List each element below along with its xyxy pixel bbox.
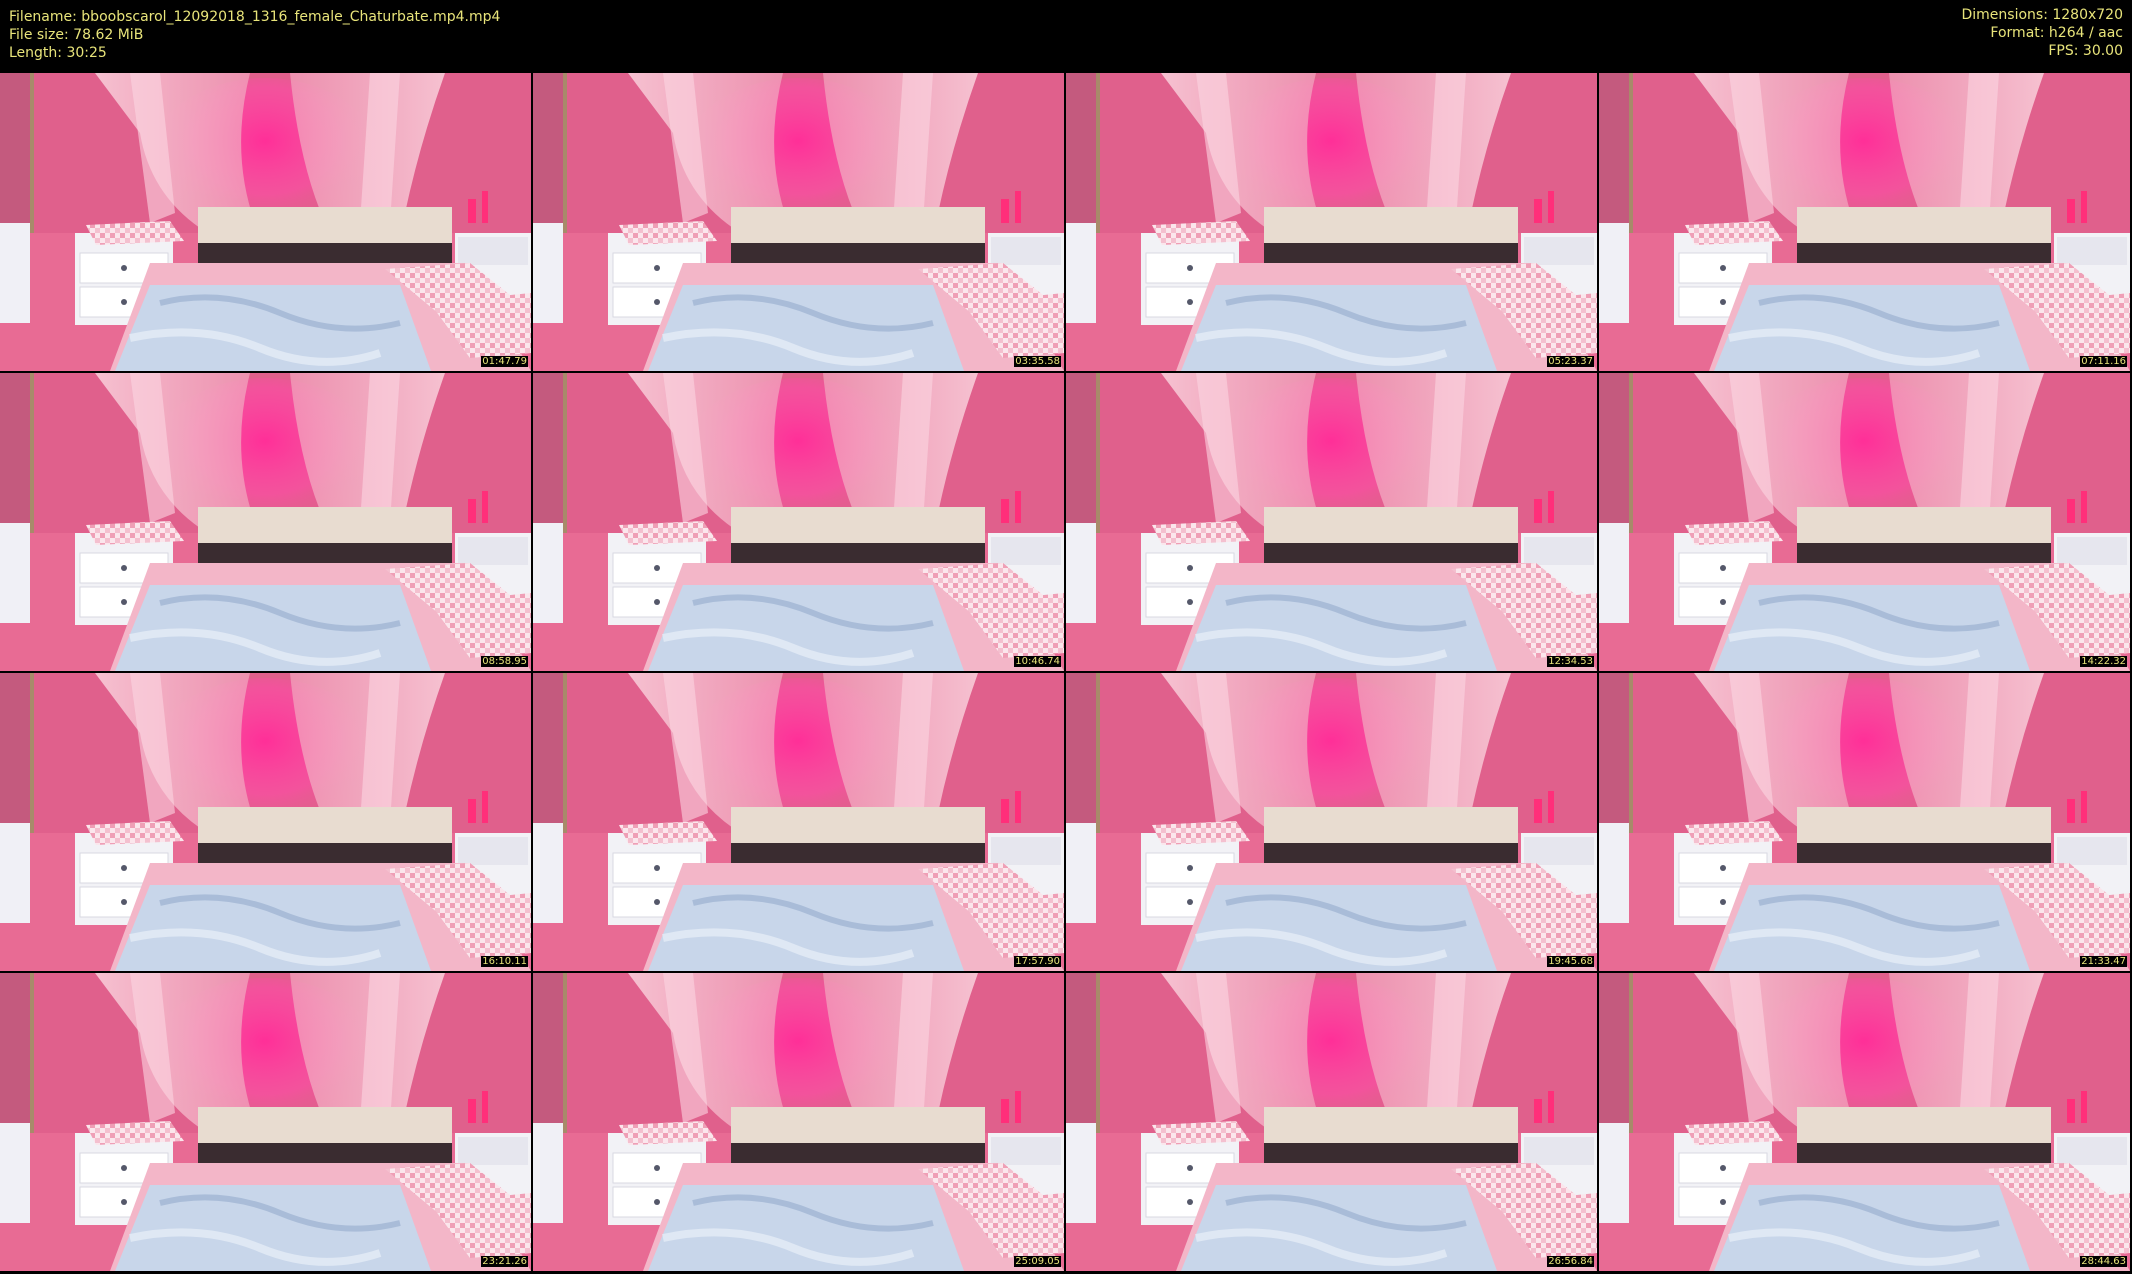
thumbnail-timestamp: 01:47.79 [481, 356, 528, 367]
bedroom-scene [0, 673, 531, 971]
video-thumbnail: 14:22.32 [1599, 373, 2130, 671]
length-text: Length: 30:25 [9, 45, 107, 61]
bedroom-scene [1066, 73, 1597, 371]
video-info: Dimensions: 1280x720 Format: h264 / aac … [1961, 6, 2123, 60]
video-thumbnail: 03:35.58 [533, 73, 1064, 371]
bedroom-scene [1599, 973, 2130, 1271]
format-text: Format: h264 / aac [1990, 25, 2123, 41]
thumbnail-timestamp: 12:34.53 [1547, 656, 1594, 667]
video-thumbnail: 17:57.90 [533, 673, 1064, 971]
bedroom-scene [0, 73, 531, 371]
video-thumbnail: 21:33.47 [1599, 673, 2130, 971]
video-thumbnail: 08:58.95 [0, 373, 531, 671]
bedroom-scene [533, 73, 1064, 371]
bedroom-scene [1066, 673, 1597, 971]
dimensions-text: Dimensions: 1280x720 [1961, 7, 2123, 23]
video-thumbnail: 12:34.53 [1066, 373, 1597, 671]
fps-text: FPS: 30.00 [2048, 43, 2123, 59]
video-thumbnail: 28:44.63 [1599, 973, 2130, 1271]
bedroom-scene [533, 673, 1064, 971]
header-bar: Filename: bboobscarol_12092018_1316_fema… [0, 0, 2132, 72]
file-info: Filename: bboobscarol_12092018_1316_fema… [9, 8, 500, 62]
bedroom-scene [1066, 373, 1597, 671]
file-size-text: File size: 78.62 MiB [9, 27, 144, 43]
video-thumbnail: 01:47.79 [0, 73, 531, 371]
video-thumbnail: 16:10.11 [0, 673, 531, 971]
filename-text: Filename: bboobscarol_12092018_1316_fema… [9, 9, 501, 25]
video-thumbnail: 10:46.74 [533, 373, 1064, 671]
video-thumbnail: 25:09.05 [533, 973, 1064, 1271]
thumbnail-timestamp: 16:10.11 [481, 956, 528, 967]
bedroom-scene [1599, 673, 2130, 971]
thumbnail-timestamp: 25:09.05 [1014, 1256, 1061, 1267]
bedroom-scene [1066, 973, 1597, 1271]
bedroom-scene [0, 373, 531, 671]
thumbnail-timestamp: 23:21.26 [481, 1256, 528, 1267]
video-thumbnail: 05:23.37 [1066, 73, 1597, 371]
thumbnail-timestamp: 05:23.37 [1547, 356, 1594, 367]
bedroom-scene [0, 973, 531, 1271]
thumbnail-timestamp: 21:33.47 [2080, 956, 2127, 967]
thumbnail-timestamp: 28:44.63 [2080, 1256, 2127, 1267]
video-thumbnail: 07:11.16 [1599, 73, 2130, 371]
thumbnail-grid: 01:47.79 03:35.58 05:23.37 07:11.16 08:5… [0, 73, 2132, 1274]
thumbnail-timestamp: 19:45.68 [1547, 956, 1594, 967]
bedroom-scene [533, 973, 1064, 1271]
thumbnail-timestamp: 03:35.58 [1014, 356, 1061, 367]
thumbnail-timestamp: 26:56.84 [1547, 1256, 1594, 1267]
bedroom-scene [1599, 73, 2130, 371]
video-thumbnail: 19:45.68 [1066, 673, 1597, 971]
thumbnail-timestamp: 14:22.32 [2080, 656, 2127, 667]
bedroom-scene [1599, 373, 2130, 671]
thumbnail-timestamp: 10:46.74 [1014, 656, 1061, 667]
video-thumbnail: 26:56.84 [1066, 973, 1597, 1271]
thumbnail-timestamp: 08:58.95 [481, 656, 528, 667]
thumbnail-timestamp: 17:57.90 [1014, 956, 1061, 967]
thumbnail-timestamp: 07:11.16 [2080, 356, 2127, 367]
bedroom-scene [533, 373, 1064, 671]
video-thumbnail: 23:21.26 [0, 973, 531, 1271]
